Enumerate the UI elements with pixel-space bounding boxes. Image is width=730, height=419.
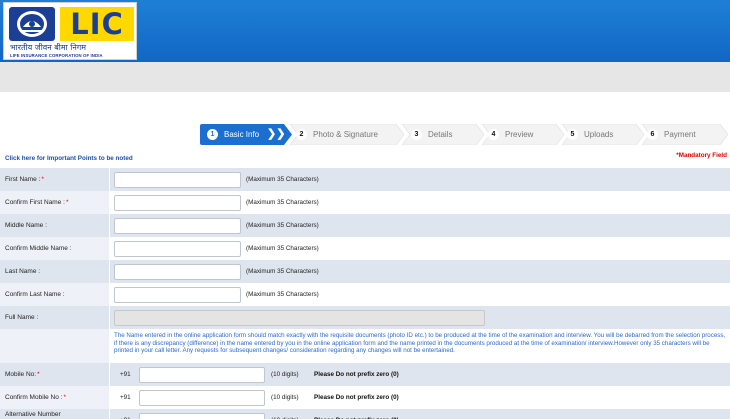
step-basic-info[interactable]: 1 Basic Info ❯❯ — [200, 124, 292, 145]
confirm-middle-name-label: Confirm Middle Name : — [5, 245, 72, 252]
middle-name-label: Middle Name : — [5, 222, 47, 229]
step-number: 6 — [647, 129, 658, 140]
name-notice-row: The Name entered in the online applicati… — [0, 329, 730, 363]
last-name-row: Last Name : (Maximum 35 Characters) — [0, 260, 730, 283]
confirm-first-name-label: Confirm First Name : — [5, 199, 65, 206]
step-details[interactable]: 3 Details — [402, 124, 484, 145]
step-number: 5 — [567, 129, 578, 140]
confirm-middle-name-row: Confirm Middle Name : (Maximum 35 Charac… — [0, 237, 730, 260]
alternative-number-warning: Please Do not prefix zero (0) — [314, 409, 399, 419]
logo-english-name: LIFE INSURANCE CORPORATION OF INDIA — [10, 53, 103, 58]
step-label: Photo & Signature — [313, 130, 378, 139]
mobile-no-row: Mobile No: * +91 (10 digits) Please Do no… — [0, 363, 730, 386]
step-label: Uploads — [584, 130, 614, 139]
step-number: 2 — [296, 129, 307, 140]
step-number: 3 — [411, 129, 422, 140]
confirm-last-name-hint: (Maximum 35 Characters) — [246, 291, 319, 298]
confirm-mobile-no-input[interactable] — [139, 390, 265, 406]
lic-logo[interactable]: LIC भारतीय जीवन बीमा निगम LIFE INSURANCE… — [3, 2, 137, 60]
name-matching-notice: The Name entered in the online applicati… — [114, 332, 726, 355]
lic-emblem-icon — [9, 7, 55, 41]
required-star: * — [63, 394, 66, 401]
alternative-number-row: Alternative Number +91 (10 digits) Pleas… — [0, 409, 730, 419]
site-header: LIC भारतीय जीवन बीमा निगम LIFE INSURANCE… — [0, 0, 730, 62]
progress-steps: 1 Basic Info ❯❯ 2 Photo & Signature 3 De… — [200, 124, 730, 145]
confirm-first-name-hint: (Maximum 35 Characters) — [246, 199, 319, 206]
confirm-first-name-row: Confirm First Name : * (Maximum 35 Charac… — [0, 191, 730, 214]
nav-band — [0, 62, 730, 92]
mobile-no-input[interactable] — [139, 367, 265, 383]
confirm-middle-name-input[interactable] — [114, 241, 241, 257]
middle-name-input[interactable] — [114, 218, 241, 234]
middle-name-row: Middle Name : (Maximum 35 Characters) — [0, 214, 730, 237]
confirm-first-name-input[interactable] — [114, 195, 241, 211]
country-code-prefix: +91 — [120, 371, 131, 378]
double-chevron-icon: ❯❯ — [267, 128, 286, 140]
alternative-number-input[interactable] — [139, 413, 265, 419]
step-uploads[interactable]: 5 Uploads — [562, 124, 644, 145]
required-star: * — [41, 176, 44, 183]
step-number: 4 — [488, 129, 499, 140]
step-label: Basic Info — [224, 130, 260, 139]
first-name-hint: (Maximum 35 Characters) — [246, 176, 319, 183]
confirm-last-name-row: Confirm Last Name : (Maximum 35 Characte… — [0, 283, 730, 306]
last-name-hint: (Maximum 35 Characters) — [246, 268, 319, 275]
alternative-number-label: Alternative Number — [5, 411, 61, 418]
mobile-no-hint: (10 digits) — [271, 371, 299, 378]
first-name-input[interactable] — [114, 172, 241, 188]
full-name-input — [114, 310, 485, 326]
confirm-mobile-no-label: Confirm Mobile No : — [5, 394, 63, 401]
step-payment[interactable]: 6 Payment — [642, 124, 728, 145]
first-name-label: First Name : — [5, 176, 41, 183]
last-name-input[interactable] — [114, 264, 241, 280]
confirm-last-name-label: Confirm Last Name : — [5, 291, 65, 298]
step-number: 1 — [207, 129, 218, 140]
mobile-no-label: Mobile No: — [5, 371, 37, 378]
alternative-number-hint: (10 digits) — [271, 409, 299, 419]
mobile-no-warning: Please Do not prefix zero (0) — [314, 371, 399, 378]
mandatory-field-note: *Mandatory Field — [676, 152, 727, 159]
first-name-row: First Name : * (Maximum 35 Characters) — [0, 168, 730, 191]
full-name-row: Full Name : — [0, 306, 730, 329]
required-star: * — [65, 199, 69, 206]
confirm-mobile-no-warning: Please Do not prefix zero (0) — [314, 394, 399, 401]
confirm-middle-name-hint: (Maximum 35 Characters) — [246, 245, 319, 252]
confirm-last-name-input[interactable] — [114, 287, 241, 303]
step-label: Payment — [664, 130, 696, 139]
step-label: Preview — [505, 130, 534, 139]
country-code-prefix: +91 — [120, 394, 131, 401]
country-code-prefix: +91 — [120, 409, 131, 419]
logo-hindi-name: भारतीय जीवन बीमा निगम — [10, 43, 87, 52]
step-photo-signature[interactable]: 2 Photo & Signature — [290, 124, 404, 145]
required-star: * — [37, 371, 40, 378]
confirm-mobile-no-hint: (10 digits) — [271, 394, 299, 401]
confirm-mobile-no-row: Confirm Mobile No : * +91 (10 digits) Ple… — [0, 386, 730, 409]
important-points-link[interactable]: Click here for Important Points to be no… — [5, 155, 133, 162]
full-name-label: Full Name : — [5, 314, 39, 321]
logo-wordmark: LIC — [60, 7, 134, 41]
step-preview[interactable]: 4 Preview — [482, 124, 564, 145]
middle-name-hint: (Maximum 35 Characters) — [246, 222, 319, 229]
last-name-label: Last Name : — [5, 268, 41, 275]
step-label: Details — [428, 130, 453, 139]
